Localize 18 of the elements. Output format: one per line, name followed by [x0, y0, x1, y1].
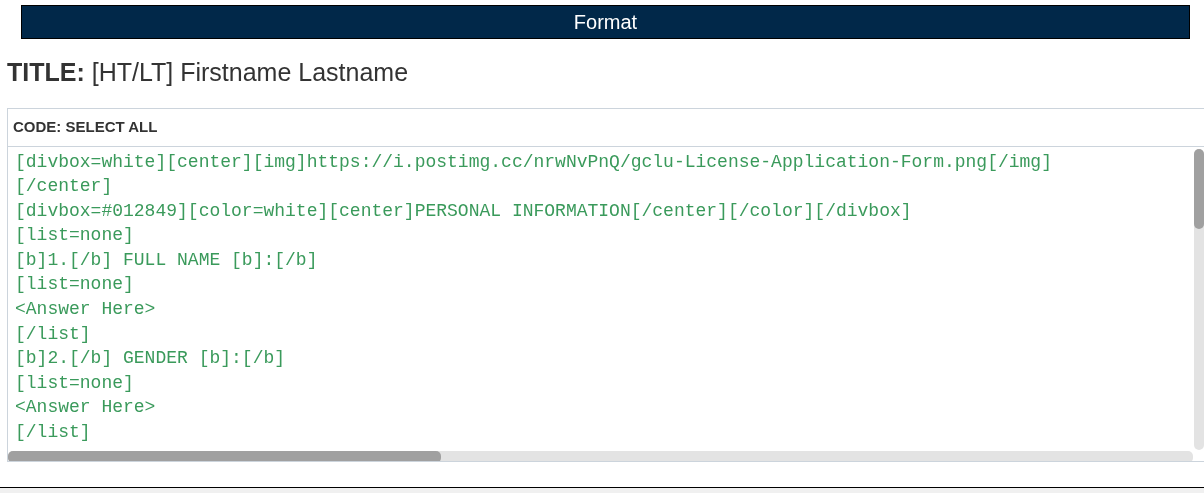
vertical-scrollbar[interactable]: [1194, 148, 1204, 450]
title-label: TITLE:: [7, 57, 85, 88]
header-title: Format: [573, 10, 638, 35]
horizontal-scrollbar[interactable]: [8, 450, 1193, 461]
code-line: [list=none]: [15, 224, 134, 248]
code-line: [b]1.[/b] FULL NAME [b]:[/b]: [15, 248, 318, 272]
code-line: [list=none]: [15, 273, 134, 297]
code-line: [/center]: [15, 175, 113, 199]
code-line: [divbox=white][center][img]https://i.postimg.cc/nrwNvPnQ/gclu-License-Application-Form.png[/img]: [15, 150, 1052, 174]
code-line: [divbox=#012849][color=white][center]PERSONAL INFORMATION[/center][/color][/divbox]: [15, 199, 912, 223]
code-heading: CODE: SELECT ALL: [13, 116, 158, 137]
code-line: [b]2.[/b] GENDER [b]:[/b]: [15, 347, 286, 371]
code-line: [list=none]: [15, 371, 134, 395]
code-line: [/list]: [15, 322, 91, 346]
code-line: <Answer Here>: [15, 396, 156, 420]
title-value: [HT/LT] Firstname Lastname: [91, 57, 409, 88]
code-line: <Answer Here>: [15, 298, 156, 322]
code-line: [/list]: [15, 421, 91, 445]
